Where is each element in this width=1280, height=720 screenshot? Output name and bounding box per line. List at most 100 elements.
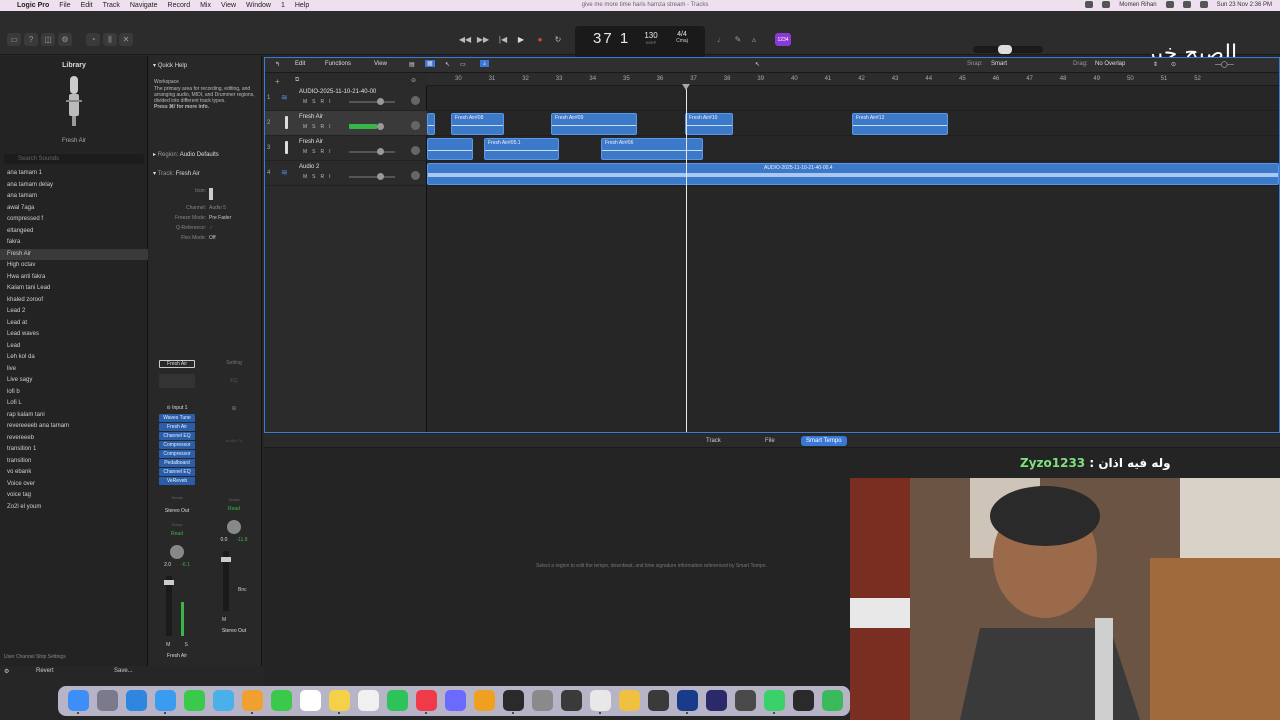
tab-smart-tempo[interactable]: Smart Tempo [801,436,847,446]
pan-knob[interactable] [411,146,420,155]
track-buttons[interactable]: MSRI [303,174,336,180]
library-item[interactable]: Live sagy [0,375,148,387]
plugin-slot[interactable]: VeReveb [159,477,195,485]
launchpad-icon[interactable] [97,690,118,711]
library-item[interactable]: ana tamam [0,191,148,203]
functions-menu[interactable]: Functions [325,61,351,67]
library-item[interactable]: vo ebank [0,467,148,479]
library-item[interactable]: Lead 2 [0,306,148,318]
zoom-icon[interactable]: ⊙ [1171,61,1176,68]
inspector-row[interactable]: Icon: [154,188,259,200]
plugin-slot[interactable]: Channel EQ [159,468,195,476]
track-lane[interactable]: AUDIO-2025-11-10-21-40-00.4 [427,161,1279,186]
menu-window[interactable]: Window [246,2,271,9]
lcd-display[interactable]: 37 1 130 KEEP 4/4 Cmaj [575,26,705,59]
volume-knob[interactable] [377,123,384,130]
track-volume-slider[interactable] [349,148,395,155]
strip-name[interactable]: Fresh Air [159,653,195,659]
plugin-slot[interactable]: Compressor [159,441,195,449]
pan-knob[interactable] [411,121,420,130]
pages-icon[interactable] [474,690,495,711]
snap-select[interactable]: Smart [991,61,1007,67]
library-item[interactable]: Lead [0,341,148,353]
library-item[interactable]: rap kalam tani [0,410,148,422]
tab-file[interactable]: File [760,436,780,446]
track-buttons[interactable]: MSRI [303,124,336,130]
revert-button[interactable]: Revert [36,668,54,674]
track-lane[interactable] [427,86,1279,111]
go-to-start-icon[interactable]: |◀ [496,33,510,46]
track-name[interactable]: Fresh Air [299,114,323,120]
fader-track[interactable] [166,576,172,636]
scissors-icon[interactable]: ✕ [119,33,133,46]
library-item[interactable]: Hwa anti fakra [0,272,148,284]
library-item[interactable]: revereeeeb ana tamam [0,421,148,433]
facetime-icon[interactable] [271,690,292,711]
inspector-row[interactable]: Freeze Mode: Pre Fader [154,215,259,221]
pan-knob[interactable] [170,545,184,559]
library-item[interactable]: High octav [0,260,148,272]
library-icon[interactable]: ▭ [7,33,21,46]
app-icon[interactable] [561,690,582,711]
settings-icon[interactable]: ⚙ [4,668,9,675]
files-icon[interactable] [619,690,640,711]
strip-setting-button[interactable]: Setting [216,360,252,368]
library-item[interactable]: Lead waves [0,329,148,341]
menu-track[interactable]: Track [103,2,120,9]
audio-region[interactable]: Fresh Air#05.1 [484,138,559,160]
fader-knob[interactable] [164,580,174,585]
output-slot[interactable]: Stereo Out [159,508,195,514]
add-track-icon[interactable]: + [275,77,280,86]
strip-eq-label[interactable]: EQ [216,374,252,388]
plugin-slot[interactable]: Fresh Air [159,423,195,431]
control-center-icon[interactable] [1199,1,1208,8]
obs-icon[interactable] [793,690,814,711]
track-buttons[interactable]: MSRI [303,99,336,105]
photos-icon[interactable] [242,690,263,714]
automation-mode[interactable]: Read [159,531,195,537]
mute-button[interactable]: M [166,642,170,648]
app-icon[interactable] [706,690,727,711]
audio-region[interactable]: Fresh Air#10 [685,113,733,135]
audio-region[interactable]: Fresh Air#12 [852,113,948,135]
toolbar-icon[interactable]: ◫ [41,33,55,46]
quick-help-header[interactable]: ▾ Quick Help [153,62,187,69]
app-icon[interactable] [648,690,669,711]
record-icon[interactable]: ● [533,33,547,46]
playhead[interactable] [686,84,687,432]
audio-region[interactable] [427,113,435,135]
track-name[interactable]: Fresh Air [299,139,323,145]
lcd-tempo[interactable]: 130 KEEP [643,31,659,45]
settings-icon[interactable]: ⚙ [58,33,72,46]
library-footer-label[interactable]: User Channel Strip Settings [4,654,66,660]
plugin-slot[interactable]: Channel EQ [159,432,195,440]
notes-icon[interactable] [329,690,350,714]
library-item[interactable]: Leh kol da [0,352,148,364]
edit-menu[interactable]: Edit [295,61,305,67]
library-item[interactable]: awal 7aga [0,203,148,215]
link-icon[interactable]: ⊖ [216,405,252,412]
menu-file[interactable]: File [59,2,70,9]
master-volume-slider[interactable] [973,45,1043,54]
zoom-slider[interactable]: —◯— [1215,61,1234,68]
region-inspector-header[interactable]: ▸ Region: Audio Defaults [153,151,219,158]
plugin-slot[interactable]: Compressor [159,450,195,458]
library-item[interactable]: khaled zoroof [0,295,148,307]
audio-region[interactable] [427,138,473,160]
back-icon[interactable]: ↰ [275,61,280,68]
library-item[interactable]: ana tamam delay [0,180,148,192]
save-button[interactable]: Save... [114,668,133,674]
duplicate-track-icon[interactable]: ⧉ [295,77,299,84]
library-item[interactable]: ana tamam 1 [0,168,148,180]
pencil-icon[interactable]: ✎ [732,33,744,46]
menu-view[interactable]: View [221,2,236,9]
library-item[interactable]: Voice over [0,479,148,491]
library-item[interactable]: Kalam tani Lead [0,283,148,295]
menu-edit[interactable]: Edit [81,2,93,9]
waveform-zoom-icon[interactable]: ⇕ [1153,61,1158,68]
logic-icon[interactable] [503,690,524,714]
library-item[interactable]: transition 1 [0,444,148,456]
library-item[interactable]: revereeeb [0,433,148,445]
volume-knob[interactable] [998,45,1012,54]
bounce-label[interactable]: Bnc [238,587,247,593]
